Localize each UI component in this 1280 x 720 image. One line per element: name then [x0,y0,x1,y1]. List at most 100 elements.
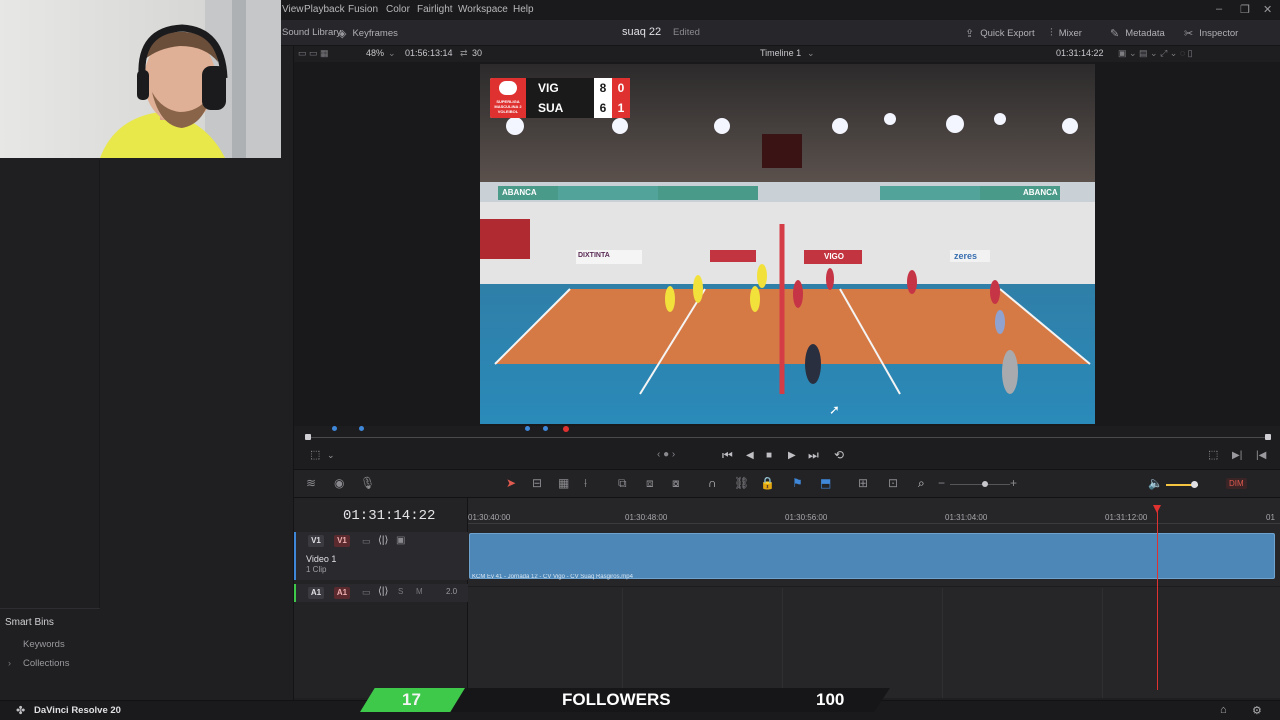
audio-source-tag[interactable]: A1 [334,587,350,599]
menu-help[interactable]: Help [513,4,534,15]
timeline-name[interactable]: Timeline 1 [760,48,801,58]
stop-icon[interactable]: ■ [766,450,772,461]
mark-in-icon[interactable]: ▶| [1232,450,1242,461]
close-icon[interactable]: ✕ [1263,3,1272,16]
menu-playback[interactable]: Playback [304,4,345,15]
menu-fairlight[interactable]: Fairlight [417,4,453,15]
loop-icon[interactable]: ⟲ [834,448,844,462]
marker-icon[interactable]: ⬒ [820,476,831,490]
transport-controls: ⬚ ⌄ ‹ ● › ⏮ ◀ ■ ▶ ⏭ ⟲ ⬚ ▶| |◀ [294,444,1280,470]
fullscreen-icon[interactable]: ⬚ [1208,448,1218,461]
smart-bin-collections[interactable]: Collections [23,658,69,669]
scrub-end-marker[interactable] [1265,434,1271,440]
play-reverse-icon[interactable]: ◀ [746,450,754,461]
video-track-tag[interactable]: V1 [308,535,324,547]
scrub-playhead[interactable] [563,426,569,432]
viewer-layout-icons[interactable]: ▭ ▭ ▦ [298,48,329,59]
safe-area-icon[interactable]: ⬚ [310,448,320,461]
ruler-baseline [468,523,1280,524]
home-icon[interactable]: ⌂ [1220,704,1227,716]
zoom-slider-handle[interactable] [982,481,988,487]
play-icon[interactable]: ▶ [788,450,796,461]
zoom-custom-icon[interactable]: ⌕ [918,476,925,491]
frame-rate: 30 [472,48,483,58]
track-lock-icon[interactable]: ▭ [362,536,371,547]
menu-view[interactable]: View [282,4,304,15]
blade-tool-icon[interactable]: ⟊ [584,476,587,491]
video-track-header[interactable]: V1 V1 ▭ ⟨|⟩ ▣ Video 1 1 Clip [294,532,468,580]
microphone-icon[interactable]: 🎙 [360,476,375,490]
selection-tool-icon[interactable]: ➤ [506,476,516,490]
audio-track-header[interactable]: A1 A1 ▭ ⟨|⟩ S M 2.0 [294,584,468,602]
blue-marker[interactable] [525,426,530,431]
track-display-icon[interactable]: ▣ [396,535,405,546]
audio-monitor-icon[interactable]: ◉ [334,476,344,490]
auto-select-icon[interactable]: ⟨|⟩ [378,586,388,597]
volume-slider-handle[interactable] [1191,481,1198,488]
chevron-down-icon[interactable]: ⌄ [388,48,396,59]
inspector-button[interactable]: ✂ Inspector [1184,27,1238,40]
zoom-slider-track[interactable] [950,484,1010,485]
dynamic-trim-icon[interactable]: ▦ [558,476,569,490]
metadata-button[interactable]: ✎ Metadata [1110,27,1165,40]
sync-icon: ⇄ [460,48,468,58]
chevron-right-icon[interactable]: › [8,658,11,668]
blue-marker[interactable] [543,426,548,431]
restore-icon[interactable]: ❐ [1240,3,1250,16]
zoom-detail-icon[interactable]: ⊡ [888,476,898,490]
snapping-icon[interactable]: ∩ [708,476,717,490]
audio-track-tag[interactable]: A1 [308,587,324,599]
volume-icon[interactable]: 🔈 [1148,476,1163,490]
video-clip[interactable]: KCM Ev 41 - Jornada 12 - CV Vigo - CV Su… [469,533,1275,580]
zoom-in-icon[interactable]: + [1010,476,1017,490]
zoom-out-icon[interactable]: − [938,476,945,490]
mute-button[interactable]: M [416,587,423,596]
insert-clip-icon[interactable]: ⧉ [618,476,627,491]
ruler-label: 01:31:12:00 [1105,513,1148,522]
keyframes-button[interactable]: ◈ Keyframes [338,27,398,40]
go-to-end-icon[interactable]: ⏭ [808,448,819,463]
blue-marker[interactable] [332,426,337,431]
menu-workspace[interactable]: Workspace [458,4,508,15]
jog-control[interactable]: ‹ ● › [657,449,675,460]
dim-button[interactable]: DIM [1226,478,1247,489]
flag-icon[interactable]: ⚑ [792,476,803,490]
menu-fusion[interactable]: Fusion [348,4,378,15]
team1-row: VIG [526,78,594,98]
video-frame[interactable]: SUPERLIGA MASCULINA 2 VOLEIBOL VIG 8 0 S… [480,64,1095,424]
lock-icon[interactable]: 🔒 [760,476,775,490]
minimize-icon[interactable]: – [1216,3,1222,15]
scrub-start-marker[interactable] [305,434,311,440]
go-to-start-icon[interactable]: ⏮ [722,448,733,463]
blue-marker[interactable] [359,426,364,431]
timeline-playhead[interactable] [1153,505,1161,690]
playhead-handle[interactable] [1153,505,1161,513]
replace-clip-icon[interactable]: ⧇ [672,476,680,491]
chevron-down-icon[interactable]: ⌄ [327,450,335,461]
viewer-option-icons[interactable]: ▣ ⌄ ▤ ⌄ ⤢ ⌄ ◌ ▯ [1118,48,1193,59]
layout-icon[interactable]: ≋ [306,476,316,490]
mouse-cursor-icon: ➚ [829,402,840,417]
trim-tool-icon[interactable]: ⊟ [532,476,542,490]
timeline-area[interactable] [468,498,1280,698]
quick-export-button[interactable]: ⇪ Quick Export [965,27,1035,40]
auto-select-icon[interactable]: ⟨|⟩ [378,535,388,546]
overwrite-clip-icon[interactable]: ⧈ [646,476,654,491]
smart-bin-keywords[interactable]: Keywords [23,639,65,650]
chevron-down-icon[interactable]: ⌄ [807,48,815,59]
ruler-label: 01:31:04:00 [945,513,988,522]
solo-button[interactable]: S [398,587,403,596]
video-track-clip-count: 1 Clip [306,565,327,574]
link-icon[interactable]: ⛓ [734,476,749,490]
menu-color[interactable]: Color [386,4,410,15]
viewer-scrubber[interactable] [294,426,1280,444]
zoom-full-icon[interactable]: ⊞ [858,476,868,490]
mark-out-icon[interactable]: |◀ [1256,450,1266,461]
zoom-level[interactable]: 48% [366,48,384,58]
mixer-button[interactable]: ⫶ Mixer [1050,27,1082,40]
team2-row: SUA [526,98,594,118]
video-source-tag[interactable]: V1 [334,535,350,547]
settings-gear-icon[interactable]: ⚙ [1252,704,1262,717]
track-lock-icon[interactable]: ▭ [362,587,371,598]
sound-library-button[interactable]: Sound Library [282,27,341,38]
